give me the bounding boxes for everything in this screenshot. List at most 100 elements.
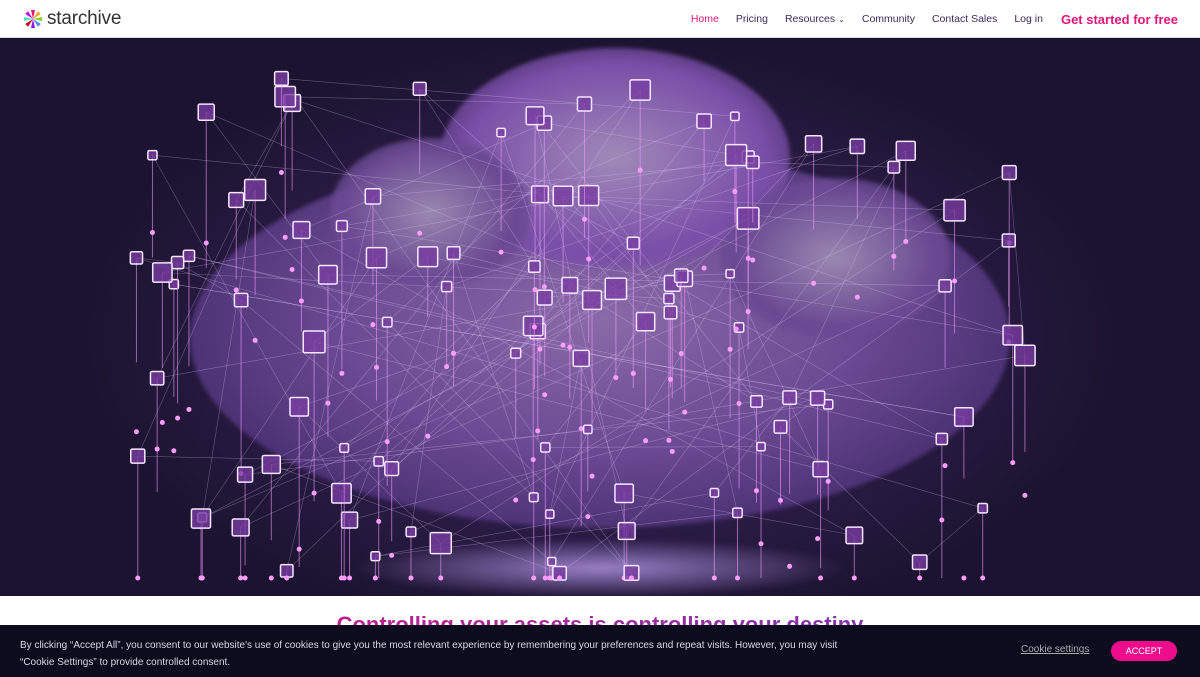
network-line [789, 150, 907, 398]
file-icon [289, 396, 310, 417]
file-icon [745, 155, 760, 170]
file-icon [417, 246, 439, 268]
network-line [738, 327, 762, 447]
network-line [152, 155, 342, 494]
glow-dot [952, 278, 958, 284]
file-icon [749, 394, 763, 408]
file-icon [228, 191, 245, 209]
glow-dot [811, 280, 817, 286]
logo[interactable]: starchive [23, 8, 121, 30]
glow-dot [438, 575, 444, 581]
file-icon [572, 349, 590, 368]
glow-dot [541, 284, 547, 290]
glow-dot [513, 497, 519, 503]
file-icon [845, 526, 864, 545]
glow-dot [252, 337, 258, 343]
cookie-settings-link[interactable]: Cookie settings [1021, 644, 1089, 655]
network-line [301, 122, 545, 231]
glow-dot [669, 448, 675, 454]
file-icon [496, 127, 507, 138]
file-icon [809, 390, 826, 406]
glow-dot [917, 575, 923, 581]
network-line [545, 321, 646, 448]
get-started-button[interactable]: Get started for free [1061, 12, 1178, 27]
glow-dot [666, 437, 672, 443]
glow-dot [154, 446, 160, 452]
glow-dot [586, 256, 592, 262]
file-icon [849, 138, 866, 155]
file-icon [236, 466, 254, 483]
glow-dot [854, 294, 860, 300]
glow-dot [667, 376, 673, 382]
glow-dot [815, 536, 821, 542]
file-icon [812, 460, 829, 478]
file-icon [446, 245, 461, 261]
file-icon [629, 79, 652, 101]
file-icon [231, 518, 250, 537]
nav-login[interactable]: Log in [1014, 13, 1043, 25]
file-icon [528, 492, 539, 503]
nav-pricing[interactable]: Pricing [736, 13, 768, 25]
nav-resources[interactable]: Resources ⌄ [785, 13, 845, 25]
file-icon [147, 149, 158, 161]
nav-community[interactable]: Community [862, 13, 915, 25]
network-line [137, 189, 256, 457]
glow-dot [296, 546, 302, 552]
file-icon [943, 198, 966, 222]
glow-dot [567, 344, 573, 350]
glow-dot [531, 575, 537, 581]
glow-dot [135, 575, 141, 581]
glow-dot [537, 346, 543, 352]
glow-dot [451, 350, 457, 356]
glow-dot [678, 351, 684, 357]
accept-button[interactable]: ACCEPT [1111, 641, 1177, 661]
file-icon [1001, 233, 1016, 248]
glow-dot [750, 257, 756, 263]
glow-dot [149, 229, 155, 235]
glow-dot [384, 439, 390, 445]
file-icon [724, 143, 748, 167]
file-icon [577, 184, 600, 207]
file-icon [190, 508, 212, 529]
nav-home[interactable]: Home [691, 13, 719, 25]
glow-dot [408, 575, 414, 581]
file-icon [405, 526, 417, 538]
glow-dot [542, 392, 548, 398]
file-icon [1013, 344, 1036, 367]
file-icon [696, 113, 712, 130]
glow-dot [613, 375, 619, 381]
glow-dot [531, 324, 537, 330]
file-icon [1002, 324, 1024, 346]
nav-resources-label: Resources [784, 13, 836, 25]
file-icon [370, 551, 381, 562]
nav-contact-sales[interactable]: Contact Sales [932, 13, 997, 25]
file-icon [544, 509, 555, 520]
glow-dot [733, 326, 739, 332]
network-line [446, 146, 858, 287]
network-line [919, 507, 983, 563]
glow-dot [628, 575, 634, 581]
glow-dot [643, 438, 649, 444]
glow-dot [787, 563, 793, 569]
network-line [515, 154, 737, 354]
cookie-banner: By clicking “Accept All”, you consent to… [0, 625, 1200, 677]
glow-dot [278, 170, 284, 176]
glow-dot [542, 575, 548, 581]
glow-dot [284, 575, 290, 581]
file-icon [373, 455, 385, 467]
network-line [684, 278, 738, 513]
network-line [341, 195, 589, 494]
file-icon [527, 260, 541, 274]
network-line [410, 285, 946, 533]
file-icon [335, 219, 349, 233]
file-icon [440, 280, 453, 293]
file-icon [977, 502, 989, 514]
network-line [236, 199, 534, 498]
file-icon [911, 554, 928, 571]
cookie-text: By clicking “Accept All”, you consent to… [20, 640, 838, 668]
file-icon [536, 289, 553, 306]
glow-dot [903, 238, 909, 244]
glow-dot [532, 287, 538, 293]
glow-dot [734, 575, 740, 581]
glow-dot [389, 552, 395, 558]
